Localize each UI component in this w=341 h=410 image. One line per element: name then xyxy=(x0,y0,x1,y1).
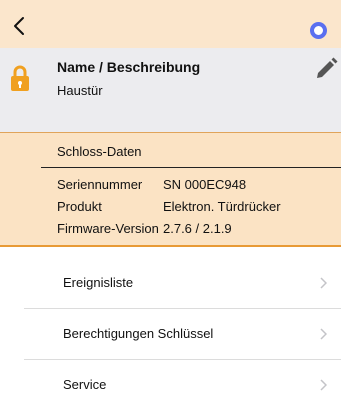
menu-item-label: Berechtigungen Schlüssel xyxy=(63,326,214,341)
row-label: Firmware-Version xyxy=(57,221,159,236)
row-value: SN 000EC948 xyxy=(163,177,247,192)
menu-list: Ereignisliste Berechtigungen Schlüssel S… xyxy=(0,258,341,410)
menu-item-service[interactable]: Service xyxy=(0,360,341,410)
name-title: Name / Beschreibung xyxy=(57,59,201,75)
lock-icon xyxy=(11,65,29,91)
row-value: 2.7.6 / 2.1.9 xyxy=(163,221,232,236)
row-value: Elektron. Türdrücker xyxy=(163,199,281,214)
navigation-bar xyxy=(0,0,341,48)
menu-item-label: Ereignisliste xyxy=(63,275,134,290)
lock-data-section: Schloss-Daten Seriennummer SN 000EC948 P… xyxy=(0,132,341,247)
menu-item-event-list[interactable]: Ereignisliste xyxy=(0,258,341,309)
pencil-icon[interactable] xyxy=(313,56,339,82)
ring-icon[interactable] xyxy=(310,22,327,39)
name-section: Name / Beschreibung Haustür xyxy=(0,48,341,132)
lock-data-title: Schloss-Daten xyxy=(57,144,142,159)
row-label: Seriennummer xyxy=(57,177,143,192)
menu-item-key-permissions[interactable]: Berechtigungen Schlüssel xyxy=(0,309,341,360)
chevron-right-icon xyxy=(320,379,327,391)
name-value: Haustür xyxy=(57,83,103,98)
chevron-right-icon xyxy=(320,277,327,289)
row-label: Produkt xyxy=(57,199,102,214)
chevron-left-icon[interactable] xyxy=(8,14,30,38)
chevron-right-icon xyxy=(320,328,327,340)
divider xyxy=(41,167,341,168)
menu-item-label: Service xyxy=(63,377,107,392)
